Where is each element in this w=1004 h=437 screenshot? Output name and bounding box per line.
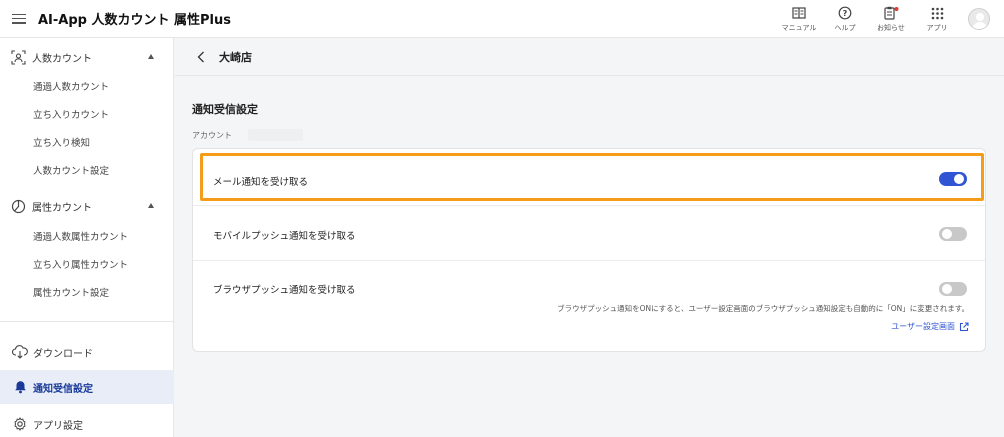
sidebar-item-app-settings[interactable]: アプリ設定 <box>0 407 174 437</box>
sidebar-item-entry-attribute[interactable]: 立ち入り属性カウント <box>33 256 128 276</box>
bell-icon <box>12 379 28 395</box>
sidebar-group-attribute-count[interactable]: 属性カウント <box>0 192 174 220</box>
page-title: 大崎店 <box>219 50 252 64</box>
header-actions: マニュアル ? ヘルプ お知らせ アプリ <box>776 0 1004 38</box>
manual-label: マニュアル <box>781 24 817 32</box>
sidebar-item-passing-attribute[interactable]: 通過人数属性カウント <box>33 228 128 248</box>
mobile-push-toggle[interactable] <box>939 227 967 241</box>
account-value <box>248 129 303 141</box>
apps-icon <box>931 5 944 21</box>
user-settings-link[interactable]: ユーザー設定画面 <box>891 321 969 332</box>
sidebar-group-label: 属性カウント <box>32 202 92 214</box>
sidebar-item-entry-count[interactable]: 立ち入りカウント <box>33 106 109 126</box>
help-button[interactable]: ? ヘルプ <box>822 5 868 33</box>
browser-push-note: ブラウザプッシュ通知をONにすると、ユーザー設定画面のブラウザプッシュ通知設定も… <box>557 304 969 313</box>
sidebar-item-label: 通知受信設定 <box>33 383 93 395</box>
people-count-icon <box>10 49 26 65</box>
sidebar-item-attribute-settings[interactable]: 属性カウント設定 <box>33 284 109 304</box>
sidebar: 人数カウント 通過人数カウント 立ち入りカウント 立ち入り検知 人数カウント設定… <box>0 38 174 437</box>
row-divider <box>193 260 985 261</box>
attribute-chart-icon <box>10 198 26 214</box>
sidebar-item-count-settings[interactable]: 人数カウント設定 <box>33 162 109 182</box>
sidebar-group-people-count[interactable]: 人数カウント <box>0 43 174 71</box>
sidebar-item-entry-detection[interactable]: 立ち入り検知 <box>33 134 90 154</box>
page-subheader: 大崎店 <box>175 38 1004 76</box>
sidebar-divider <box>0 321 174 322</box>
manual-button[interactable]: マニュアル <box>776 5 822 33</box>
mobile-push-label: モバイルプッシュ通知を受け取る <box>213 231 356 242</box>
row-divider <box>193 205 985 206</box>
app-header: AI-App 人数カウント 属性Plus マニュアル ? ヘルプ お知らせ アプ… <box>0 0 1004 38</box>
sidebar-item-download[interactable]: ダウンロード <box>0 335 174 369</box>
back-chevron-icon[interactable] <box>197 51 209 63</box>
manual-icon <box>792 5 806 21</box>
chevron-up-icon <box>148 54 154 59</box>
browser-push-label: ブラウザプッシュ通知を受け取る <box>213 285 356 296</box>
notice-icon <box>883 5 899 21</box>
sidebar-group-label: 人数カウント <box>32 53 92 65</box>
notice-label: お知らせ <box>877 24 905 32</box>
help-label: ヘルプ <box>834 24 856 32</box>
browser-push-toggle[interactable] <box>939 282 967 296</box>
notice-badge-dot <box>894 7 899 11</box>
sidebar-item-notification-settings[interactable]: 通知受信設定 <box>0 370 174 404</box>
sidebar-item-passing-count[interactable]: 通過人数カウント <box>33 78 109 98</box>
highlight-frame <box>200 153 984 201</box>
gear-icon <box>12 416 28 432</box>
cloud-download-icon <box>12 344 28 360</box>
menu-icon[interactable] <box>12 13 26 24</box>
external-link-icon <box>959 321 969 332</box>
section-title: 通知受信設定 <box>192 103 258 116</box>
user-settings-link-label: ユーザー設定画面 <box>891 322 955 331</box>
app-title: AI-App 人数カウント 属性Plus <box>38 13 231 28</box>
apps-label: アプリ <box>926 24 948 32</box>
help-icon: ? <box>838 5 852 21</box>
svg-text:?: ? <box>843 9 848 18</box>
account-label: アカウント <box>192 131 232 140</box>
sidebar-item-label: ダウンロード <box>33 348 93 360</box>
avatar[interactable] <box>968 8 990 30</box>
sidebar-item-label: アプリ設定 <box>33 420 83 432</box>
chevron-up-icon <box>148 203 154 208</box>
notice-button[interactable]: お知らせ <box>868 5 914 33</box>
apps-button[interactable]: アプリ <box>914 5 960 33</box>
